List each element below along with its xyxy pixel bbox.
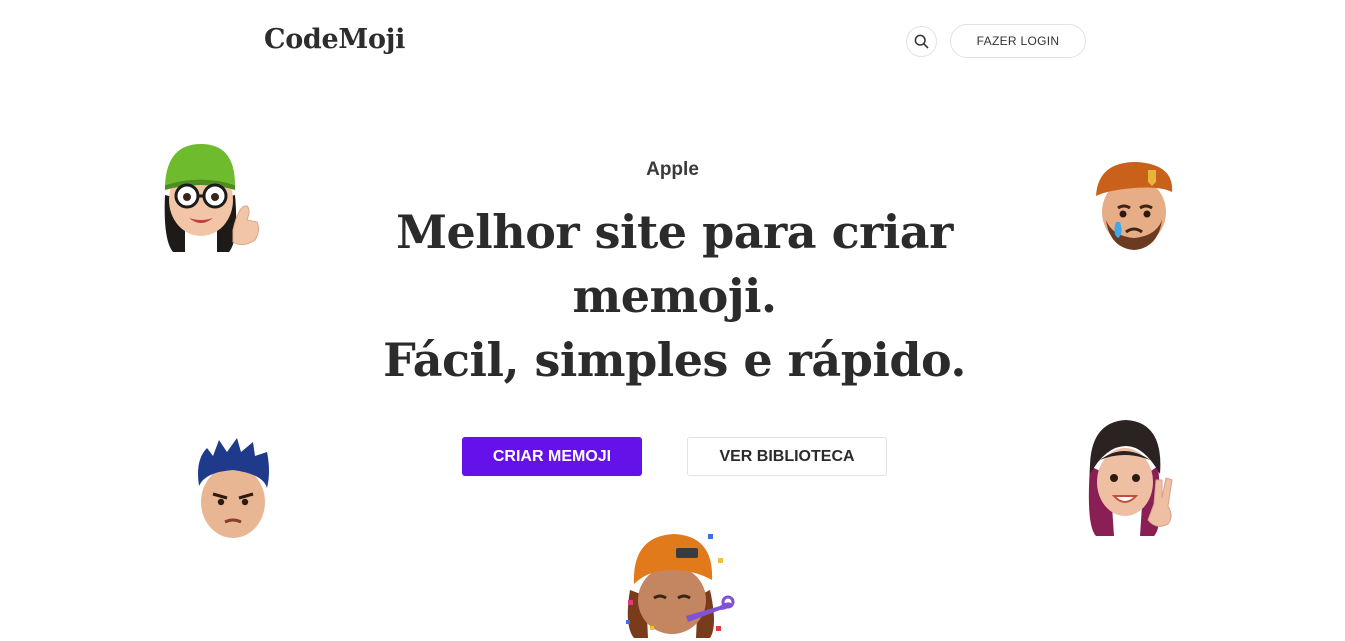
headline-line-1: Melhor site para criar xyxy=(396,205,953,259)
headline-line-3: Fácil, simples e rápido. xyxy=(383,333,966,387)
headline-line-2: memoji. xyxy=(572,269,777,323)
search-button[interactable] xyxy=(906,26,937,57)
view-library-button[interactable]: VER BIBLIOTECA xyxy=(687,437,887,476)
memoji-man-orange-beret-icon xyxy=(1096,162,1173,250)
create-memoji-button[interactable]: CRIAR MEMOJI xyxy=(462,437,642,476)
search-icon xyxy=(914,34,929,49)
memoji-girl-pink-hair-icon xyxy=(1088,420,1173,536)
login-button[interactable]: FAZER LOGIN xyxy=(950,24,1086,58)
memoji-girl-green-beanie-icon xyxy=(164,144,260,252)
memoji-boy-blue-hair-icon xyxy=(198,438,269,538)
memoji-party-orange-cap-icon xyxy=(626,534,735,638)
hero-headline: Melhor site para criar memoji. Fácil, si… xyxy=(372,200,977,392)
site-logo[interactable]: CodeMoji xyxy=(264,24,405,55)
